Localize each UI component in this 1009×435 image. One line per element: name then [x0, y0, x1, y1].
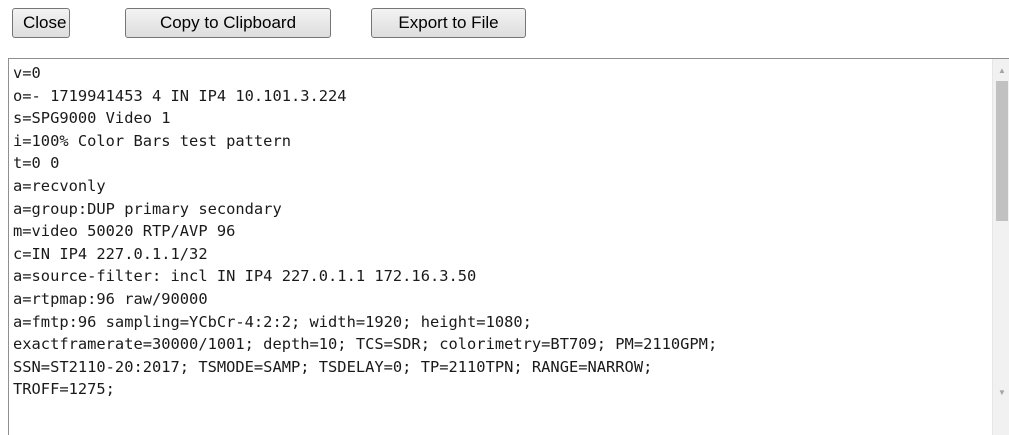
close-button[interactable]: Close — [12, 8, 70, 38]
scrollbar-thumb[interactable] — [996, 81, 1008, 221]
sdp-text-area[interactable]: v=0 o=- 1719941453 4 IN IP4 10.101.3.224… — [8, 58, 1009, 435]
sdp-content: v=0 o=- 1719941453 4 IN IP4 10.101.3.224… — [13, 64, 718, 399]
scroll-up-arrow-icon[interactable]: ▲ — [993, 63, 1009, 79]
copy-to-clipboard-button[interactable]: Copy to Clipboard — [125, 8, 331, 38]
vertical-scrollbar[interactable]: ▲ ▼ — [992, 59, 1009, 435]
scroll-down-arrow-icon[interactable]: ▼ — [993, 385, 1009, 401]
export-to-file-button[interactable]: Export to File — [371, 8, 526, 38]
